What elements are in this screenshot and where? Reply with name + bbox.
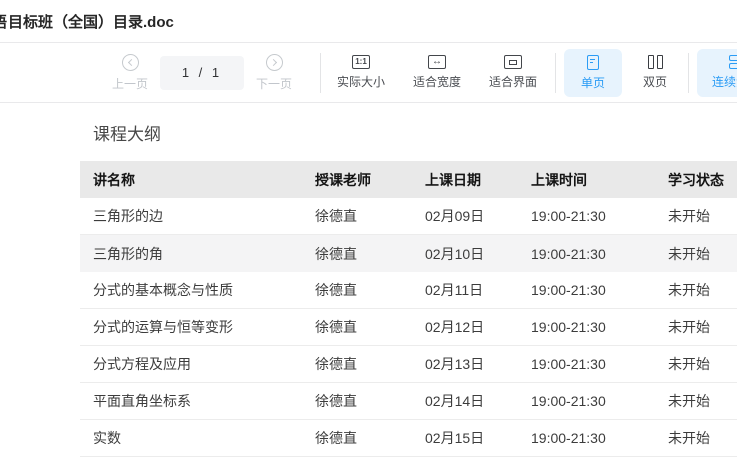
actual-size-label: 实际大小 xyxy=(337,73,385,90)
cell-lecture-name: 分式的运算与恒等变形 xyxy=(93,317,315,337)
double-page-icon xyxy=(648,55,663,69)
single-page-button[interactable]: 单页 xyxy=(564,49,622,97)
cell-teacher: 徐德直 xyxy=(315,280,425,300)
cell-teacher: 徐德直 xyxy=(315,206,425,226)
cell-time: 19:00-21:30 xyxy=(531,430,668,446)
cell-status: 未开始 xyxy=(668,244,737,264)
actual-size-icon: 1:1 xyxy=(352,55,370,69)
cell-status: 未开始 xyxy=(668,354,737,374)
fit-page-icon xyxy=(504,55,522,69)
cell-date: 02月11日 xyxy=(425,280,531,300)
column-header: 授课老师 xyxy=(315,170,425,190)
cell-lecture-name: 实数 xyxy=(93,428,315,448)
toolbar-divider xyxy=(555,53,556,93)
page-indicator[interactable]: 1 / 1 xyxy=(160,56,244,90)
titlebar: 语目标班（全国）目录.doc xyxy=(0,0,737,42)
cell-teacher: 徐德直 xyxy=(315,391,425,411)
column-header: 讲名称 xyxy=(93,170,315,190)
fit-page-button[interactable]: 适合界面 xyxy=(481,49,545,97)
prev-page-button[interactable]: 上一页 xyxy=(108,49,152,97)
prev-page-label: 上一页 xyxy=(112,75,148,92)
cell-lecture-name: 分式方程及应用 xyxy=(93,354,315,374)
cell-date: 02月10日 xyxy=(425,244,531,264)
column-header: 学习状态 xyxy=(668,170,737,190)
cell-time: 19:00-21:30 xyxy=(531,208,668,224)
table-body: 三角形的边 徐德直 02月09日 19:00-21:30 未开始 三角形的角 徐… xyxy=(80,198,737,457)
continuous-scroll-label: 连续滚动 xyxy=(712,73,737,90)
cell-status: 未开始 xyxy=(668,280,737,300)
column-header: 上课时间 xyxy=(531,170,668,190)
cell-teacher: 徐德直 xyxy=(315,317,425,337)
course-table: 讲名称授课老师上课日期上课时间学习状态 三角形的边 徐德直 02月09日 19:… xyxy=(80,161,737,457)
cell-date: 02月15日 xyxy=(425,428,531,448)
continuous-scroll-button[interactable]: 连续滚动 xyxy=(697,49,737,97)
fit-width-label: 适合宽度 xyxy=(413,73,461,90)
table-row: 分式的运算与恒等变形 徐德直 02月12日 19:00-21:30 未开始 xyxy=(80,309,737,346)
single-page-icon xyxy=(587,55,599,70)
next-page-button[interactable]: 下一页 xyxy=(252,49,296,97)
cell-date: 02月14日 xyxy=(425,391,531,411)
single-page-label: 单页 xyxy=(581,74,605,91)
double-page-button[interactable]: 双页 xyxy=(630,49,680,97)
viewer-toolbar: 上一页 1 / 1 下一页 1:1 实际大小 ↔ 适合宽度 适合界面 单页 双页… xyxy=(0,42,737,103)
cell-time: 19:00-21:30 xyxy=(531,246,668,262)
cell-time: 19:00-21:30 xyxy=(531,393,668,409)
document-page: 课程大纲 讲名称授课老师上课日期上课时间学习状态 三角形的边 徐德直 02月09… xyxy=(0,103,737,457)
chevron-left-circle-icon xyxy=(122,54,139,71)
page-indicator-value: 1 / 1 xyxy=(182,65,222,80)
cell-date: 02月12日 xyxy=(425,317,531,337)
fit-width-button[interactable]: ↔ 适合宽度 xyxy=(405,49,469,97)
double-page-label: 双页 xyxy=(643,73,667,90)
table-row: 三角形的边 徐德直 02月09日 19:00-21:30 未开始 xyxy=(80,198,737,235)
cell-teacher: 徐德直 xyxy=(315,428,425,448)
chevron-right-circle-icon xyxy=(266,54,283,71)
cell-teacher: 徐德直 xyxy=(315,244,425,264)
cell-status: 未开始 xyxy=(668,317,737,337)
toolbar-divider xyxy=(320,53,321,93)
document-title-clipped-char: 语 xyxy=(0,11,8,32)
table-header-row: 讲名称授课老师上课日期上课时间学习状态 xyxy=(80,161,737,198)
fit-page-label: 适合界面 xyxy=(489,73,537,90)
cell-status: 未开始 xyxy=(668,391,737,411)
cell-lecture-name: 三角形的边 xyxy=(93,206,315,226)
table-row: 分式的基本概念与性质 徐德直 02月11日 19:00-21:30 未开始 xyxy=(80,272,737,309)
cell-lecture-name: 分式的基本概念与性质 xyxy=(93,280,315,300)
document-title: 语目标班（全国）目录.doc xyxy=(0,11,174,32)
next-page-label: 下一页 xyxy=(256,75,292,92)
continuous-scroll-icon xyxy=(729,55,737,69)
table-row: 实数 徐德直 02月15日 19:00-21:30 未开始 xyxy=(80,420,737,457)
fit-width-icon: ↔ xyxy=(428,55,446,69)
cell-lecture-name: 平面直角坐标系 xyxy=(93,391,315,411)
cell-time: 19:00-21:30 xyxy=(531,356,668,372)
cell-status: 未开始 xyxy=(668,206,737,226)
column-header: 上课日期 xyxy=(425,170,531,190)
cell-status: 未开始 xyxy=(668,428,737,448)
actual-size-button[interactable]: 1:1 实际大小 xyxy=(329,49,393,97)
course-outline-heading: 课程大纲 xyxy=(93,120,737,145)
toolbar-divider xyxy=(688,53,689,93)
cell-time: 19:00-21:30 xyxy=(531,282,668,298)
table-row: 三角形的角 徐德直 02月10日 19:00-21:30 未开始 xyxy=(80,235,737,272)
cell-date: 02月13日 xyxy=(425,354,531,374)
cell-time: 19:00-21:30 xyxy=(531,319,668,335)
table-row: 平面直角坐标系 徐德直 02月14日 19:00-21:30 未开始 xyxy=(80,383,737,420)
cell-date: 02月09日 xyxy=(425,206,531,226)
cell-teacher: 徐德直 xyxy=(315,354,425,374)
table-row: 分式方程及应用 徐德直 02月13日 19:00-21:30 未开始 xyxy=(80,346,737,383)
cell-lecture-name: 三角形的角 xyxy=(93,244,315,264)
